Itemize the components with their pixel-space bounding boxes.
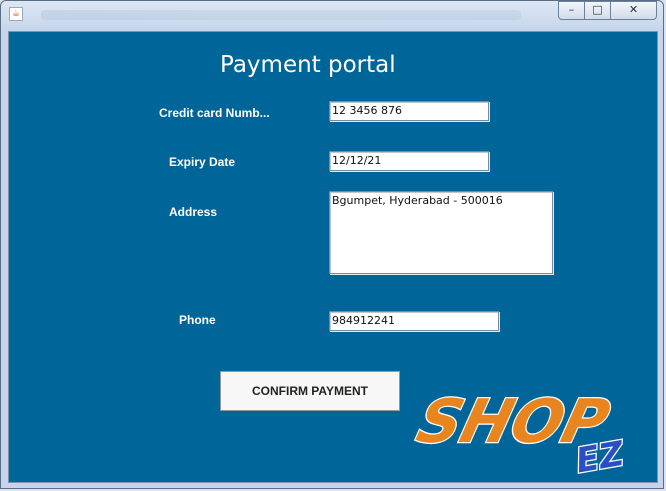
address-label: Address [169, 205, 218, 219]
confirm-payment-button[interactable]: CONFIRM PAYMENT [220, 371, 400, 411]
expiry-date-label: Expiry Date [169, 155, 236, 169]
card-number-input[interactable]: 12 3456 876 [329, 101, 489, 121]
phone-input[interactable]: 984912241 [329, 311, 499, 331]
page-title: Payment portal [220, 52, 396, 78]
java-icon[interactable]: ☕ [9, 7, 23, 21]
minimize-button[interactable]: – [558, 1, 585, 20]
payment-panel: Payment portal Credit card Numb... 12 34… [8, 31, 658, 483]
address-textarea[interactable]: Bgumpet, Hyderabad - 500016 [329, 191, 553, 274]
close-button[interactable]: ✕ [610, 1, 657, 20]
logo-ez-text: EZ [573, 434, 628, 477]
card-number-label: Credit card Numb... [159, 106, 270, 120]
title-bar[interactable]: ☕ – □ ✕ [1, 1, 663, 27]
expiry-date-input[interactable]: 12/12/21 [329, 151, 489, 171]
shop-ez-logo: SHOP EZ [413, 386, 629, 477]
title-bar-background [41, 10, 521, 20]
app-window: ☕ – □ ✕ Payment portal Credit card Numb.… [0, 0, 664, 489]
maximize-button[interactable]: □ [584, 1, 611, 20]
phone-label: Phone [179, 313, 216, 327]
